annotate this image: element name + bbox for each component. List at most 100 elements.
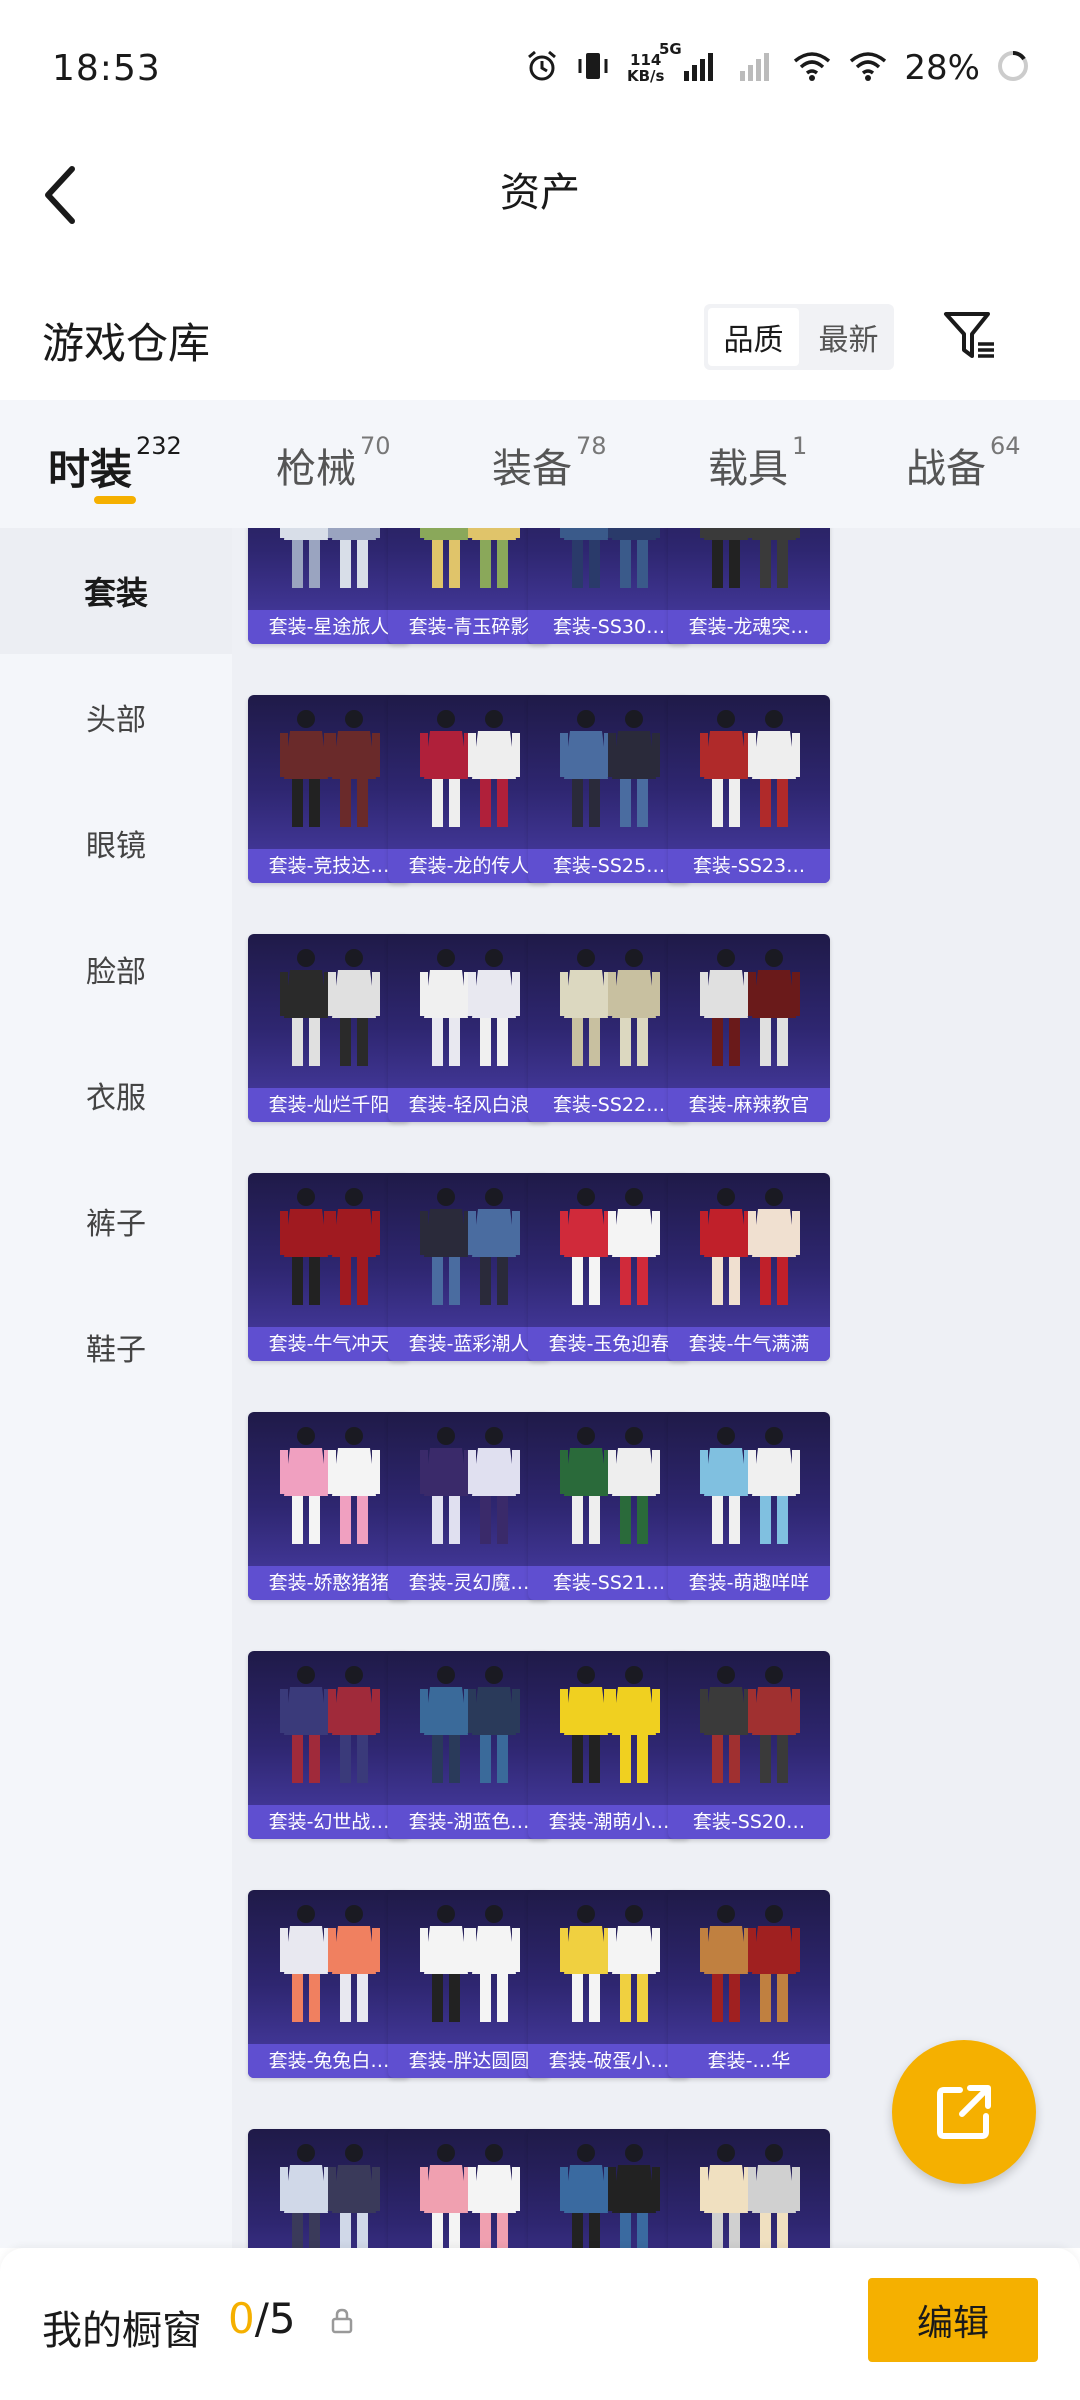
outfit-card[interactable]: 套装-SS20… (668, 1650, 830, 1839)
outfit-image (280, 2143, 380, 2248)
outfit-card[interactable]: 套装-SS30… (528, 528, 690, 644)
outfit-name: 套装-SS22… (528, 1087, 690, 1122)
outfit-card[interactable]: 套装-麻辣教官 (668, 933, 830, 1122)
outfit-image (420, 709, 520, 827)
lock-icon (330, 2308, 354, 2338)
outfit-name: 套装-兔兔白… (248, 2043, 410, 2078)
app-header: 资产 (0, 140, 1080, 270)
outfit-card[interactable]: 套装-星途旅人 (248, 528, 410, 644)
outfit-image (280, 1187, 380, 1305)
status-time: 18:53 (52, 48, 161, 89)
outfit-card[interactable]: 套装-灿烂千阳 (248, 933, 410, 1122)
sidebar-item-set[interactable]: 套装 (0, 528, 232, 654)
outfit-image (280, 1904, 380, 2022)
tab-supplies[interactable]: 战备 64 (906, 432, 1021, 494)
tab-equipment[interactable]: 装备 78 (492, 432, 607, 494)
outfit-name: 套装-SS25… (528, 848, 690, 883)
sidebar-item-shoes[interactable]: 鞋子 (0, 1284, 232, 1410)
outfit-card[interactable]: 套装-兔兔白… (248, 1889, 410, 2078)
sidebar-item-face[interactable]: 脸部 (0, 906, 232, 1032)
tab-fashion[interactable]: 时装 232 (48, 432, 182, 497)
outfit-image (700, 528, 800, 588)
sidebar-item-pants[interactable]: 裤子 (0, 1158, 232, 1284)
outfit-card[interactable]: 套装-娇憨猪猪 (248, 1411, 410, 1600)
outfit-card[interactable]: 套装-轻风白浪 (388, 933, 550, 1122)
outfit-name: 套装-SS30… (528, 610, 690, 644)
outfit-name: 套装-灵幻魔… (388, 1565, 550, 1600)
alarm-icon (525, 49, 559, 87)
outfit-image (560, 528, 660, 588)
outfit-card[interactable]: 套装-玉兔迎春 (528, 1172, 690, 1361)
outfit-name: 套装-青玉碎影 (388, 610, 550, 644)
outfit-image (280, 528, 380, 588)
outfit-card[interactable]: 套装-SS22… (528, 933, 690, 1122)
outfit-card[interactable]: 套装-破蛋小… (528, 1889, 690, 2078)
outfit-card[interactable]: 套装-牛气冲天 (248, 1172, 410, 1361)
outfit-card[interactable]: 套装-萌趣咩咩 (668, 1411, 830, 1600)
outfit-image (280, 709, 380, 827)
sidebar-item-glasses[interactable]: 眼镜 (0, 780, 232, 906)
outfit-image (560, 1426, 660, 1544)
sidebar-item-head[interactable]: 头部 (0, 654, 232, 780)
outfit-name: 套装-龙的传人 (388, 848, 550, 883)
tab-label: 装备 (492, 446, 572, 492)
outfit-card[interactable] (668, 2128, 830, 2248)
outfit-name: 套装-牛气冲天 (248, 1326, 410, 1361)
outfit-image (420, 1665, 520, 1783)
outfit-card[interactable]: 套装-龙魂突… (668, 528, 830, 644)
outfit-card[interactable]: 套装-湖蓝色… (388, 1650, 550, 1839)
vibrate-icon (575, 49, 611, 87)
edit-button[interactable]: 编辑 (868, 2278, 1038, 2362)
tab-count: 64 (990, 432, 1021, 460)
outfit-name: 套装-潮萌小… (528, 1804, 690, 1839)
outfit-image (700, 1665, 800, 1783)
outfit-card[interactable] (248, 2128, 410, 2248)
subcategory-sidebar: 套装 头部 眼镜 脸部 衣服 裤子 鞋子 (0, 528, 232, 2248)
outfit-card[interactable]: 套装-牛气满满 (668, 1172, 830, 1361)
outfit-card[interactable]: 套装-龙的传人 (388, 694, 550, 883)
tab-vehicles[interactable]: 载具 1 (708, 432, 807, 494)
item-grid: 套装-星途旅人 套装-青玉碎影 套装-SS30… 套装-龙魂突… 套装-竞技达… 套装-龙… (232, 528, 1080, 2248)
outfit-name: 套装-玉兔迎春 (528, 1326, 690, 1361)
network-type: 5G (658, 40, 682, 58)
battery-ring-icon (996, 49, 1030, 87)
outfit-name: 套装-胖达圆圆 (388, 2043, 550, 2078)
outfit-card[interactable]: 套装-SS23… (668, 694, 830, 883)
filter-button[interactable] (940, 306, 1000, 366)
outfit-name: 套装-…华 (668, 2043, 830, 2078)
outfit-image (560, 709, 660, 827)
outfit-image (420, 1187, 520, 1305)
sort-by-newest[interactable]: 最新 (803, 304, 894, 370)
category-tabs: 时装 232 枪械 70 装备 78 载具 1 战备 64 (0, 400, 1080, 528)
outfit-card[interactable]: 套装-竞技达… (248, 694, 410, 883)
outfit-name: 套装-牛气满满 (668, 1326, 830, 1361)
outfit-name: 套装-星途旅人 (248, 610, 410, 644)
outfit-card[interactable]: 套装-蓝彩潮人 (388, 1172, 550, 1361)
sidebar-item-clothes[interactable]: 衣服 (0, 1032, 232, 1158)
tab-firearms[interactable]: 枪械 70 (276, 432, 391, 494)
outfit-card[interactable]: 套装-潮萌小… (528, 1650, 690, 1839)
sort-by-quality[interactable]: 品质 (708, 308, 799, 366)
outfit-card[interactable]: 套装-青玉碎影 (388, 528, 550, 644)
outfit-card[interactable]: 套装-灵幻魔… (388, 1411, 550, 1600)
outfit-card[interactable]: 套装-…华 (668, 1889, 830, 2078)
page-title: 资产 (500, 170, 580, 216)
share-icon (937, 2085, 991, 2139)
status-icons: 114 KB/s 5G 28% (525, 40, 1030, 90)
outfit-card[interactable] (528, 2128, 690, 2248)
tab-count: 232 (136, 432, 182, 460)
outfit-image (280, 1426, 380, 1544)
outfit-name: 套装-湖蓝色… (388, 1804, 550, 1839)
outfit-card[interactable]: 套装-SS21… (528, 1411, 690, 1600)
share-button[interactable] (892, 2040, 1036, 2184)
outfit-card[interactable]: 套装-胖达圆圆 (388, 1889, 550, 2078)
outfit-card[interactable] (388, 2128, 550, 2248)
outfit-name: 套装-SS23… (668, 848, 830, 883)
outfit-image (700, 1426, 800, 1544)
outfit-image (700, 2143, 800, 2248)
outfit-name: 套装-灿烂千阳 (248, 1087, 410, 1122)
outfit-card[interactable]: 套装-幻世战… (248, 1650, 410, 1839)
outfit-image (700, 709, 800, 827)
outfit-card[interactable]: 套装-SS25… (528, 694, 690, 883)
tab-count: 1 (792, 432, 808, 460)
